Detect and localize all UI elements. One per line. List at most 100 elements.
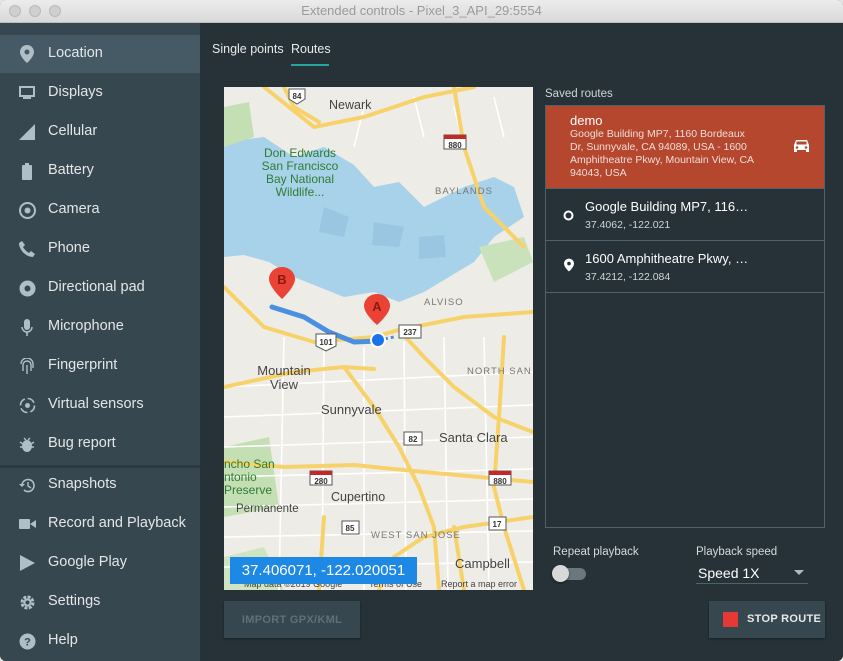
- route-description: 94043, USA: [570, 167, 627, 179]
- route-description: Amphitheatre Pkwy, Mountain View, CA: [570, 154, 755, 166]
- sidebar-item-label: Battery: [48, 162, 94, 178]
- map-view[interactable]: 84 880 237 101 82 280 880 85 17 A B Newa…: [224, 87, 533, 590]
- highway-shield-101: 101: [319, 338, 333, 347]
- sidebar-item-settings[interactable]: Settings: [0, 583, 200, 621]
- sidebar-item-label: Record and Playback: [48, 515, 186, 531]
- sidebar-item-cellular[interactable]: Cellular: [0, 113, 200, 151]
- route-name: 1600 Amphitheatre Pkwy, …: [585, 251, 749, 266]
- sidebar-item-bug-report[interactable]: Bug report: [0, 425, 200, 463]
- highway-shield-17: 17: [493, 520, 502, 529]
- place-label-don-edwards: Bay National: [266, 172, 334, 186]
- playback-speed-select[interactable]: Speed 1X: [696, 561, 808, 584]
- repeat-playback-toggle-knob[interactable]: [552, 565, 569, 582]
- sidebar-item-record-and-playback[interactable]: Record and Playback: [0, 505, 200, 543]
- car-icon: [793, 139, 810, 158]
- start-circle-icon: [563, 208, 574, 226]
- sidebar-item-label: Settings: [48, 593, 101, 609]
- repeat-playback-label: Repeat playback: [553, 546, 639, 558]
- route-name: Google Building MP7, 116…: [585, 199, 749, 214]
- highway-shield-85: 85: [346, 524, 355, 533]
- camera-icon: [18, 201, 36, 219]
- sidebar-item-virtual-sensors[interactable]: Virtual sensors: [0, 386, 200, 424]
- sidebar-item-help[interactable]: ? Help: [0, 622, 200, 660]
- route-coords: 37.4212, -122.084: [585, 271, 671, 283]
- route-description: Dr, Sunnyvale, CA 94089, USA - 1600: [570, 141, 747, 153]
- tab-routes[interactable]: Routes: [291, 42, 331, 56]
- sidebar-item-microphone[interactable]: Microphone: [0, 308, 200, 346]
- history-icon: [18, 476, 36, 494]
- report-map-error-link[interactable]: Report a map error: [441, 579, 517, 589]
- place-label-rancho-san-antonio: Preserve: [224, 483, 272, 497]
- place-label-rancho-san-antonio: ncho San: [224, 457, 275, 471]
- video-camera-icon: [18, 515, 36, 533]
- sidebar-item-label: Directional pad: [48, 279, 145, 295]
- sensors-icon: [18, 396, 36, 414]
- sidebar: Location Displays Cellular Battery Camer…: [0, 23, 200, 661]
- place-label-cupertino: Cupertino: [331, 490, 385, 504]
- sidebar-item-location[interactable]: Location: [0, 35, 200, 73]
- sidebar-item-directional-pad[interactable]: Directional pad: [0, 269, 200, 307]
- import-gpx-kml-button[interactable]: IMPORT GPX/KML: [224, 601, 360, 638]
- place-label-campbell: Campbell: [455, 556, 510, 571]
- place-label-mountain-view: Mountain: [257, 363, 310, 378]
- sidebar-item-snapshots[interactable]: Snapshots: [0, 466, 200, 504]
- sidebar-item-label: Location: [48, 45, 103, 61]
- highway-shield-237: 237: [403, 328, 417, 337]
- saved-route-waypoint-end[interactable]: 1600 Amphitheatre Pkwy, … 37.4212, -122.…: [546, 241, 824, 293]
- sidebar-item-label: Virtual sensors: [48, 396, 144, 412]
- place-label-permanente: Permanente: [236, 503, 299, 515]
- sidebar-item-camera[interactable]: Camera: [0, 191, 200, 229]
- sidebar-item-google-play[interactable]: Google Play: [0, 544, 200, 582]
- svg-text:?: ?: [24, 636, 31, 648]
- place-label-don-edwards: San Francisco: [262, 159, 339, 173]
- phone-icon: [18, 240, 36, 258]
- sidebar-item-label: Snapshots: [48, 476, 117, 492]
- place-label-baylands: BAYLANDS: [435, 186, 493, 197]
- place-label-north-san: NORTH SAN: [467, 366, 532, 377]
- active-tab-indicator: [291, 64, 329, 66]
- sidebar-item-battery[interactable]: Battery: [0, 152, 200, 190]
- emulator-extended-controls-window: Extended controls - Pixel_3_API_29:5554 …: [0, 0, 843, 661]
- sidebar-item-label: Displays: [48, 84, 103, 100]
- stop-route-button[interactable]: STOP ROUTE: [709, 601, 825, 638]
- saved-route-demo[interactable]: demo Google Building MP7, 1160 Bordeaux …: [546, 106, 824, 189]
- stop-icon: [723, 612, 738, 627]
- stop-route-label: STOP ROUTE: [747, 613, 822, 625]
- place-label-don-edwards: Don Edwards: [264, 146, 336, 160]
- window-title: Extended controls - Pixel_3_API_29:5554: [301, 3, 542, 18]
- sidebar-item-label: Fingerprint: [48, 357, 118, 373]
- playback-speed-value: Speed 1X: [698, 565, 760, 581]
- place-label-west-san-jose: WEST SAN JOSE: [371, 530, 461, 541]
- sidebar-item-label: Camera: [48, 201, 100, 217]
- highway-shield-82: 82: [409, 435, 418, 444]
- saved-routes-label: Saved routes: [545, 88, 613, 100]
- route-marker-b[interactable]: B: [277, 272, 286, 287]
- location-pin-icon: [18, 45, 36, 63]
- sidebar-item-displays[interactable]: Displays: [0, 74, 200, 112]
- saved-route-waypoint-start[interactable]: Google Building MP7, 116… 37.4062, -122.…: [546, 189, 824, 241]
- map-coordinates-readout: 37.406071, -122.020051: [230, 557, 417, 584]
- saved-routes-list[interactable]: demo Google Building MP7, 1160 Bordeaux …: [545, 105, 825, 528]
- display-icon: [18, 84, 36, 102]
- bug-icon: [18, 435, 36, 453]
- playback-speed-label: Playback speed: [696, 546, 778, 558]
- gear-icon: [18, 593, 36, 611]
- sidebar-item-label: Help: [48, 632, 78, 648]
- place-label-newark: Newark: [329, 98, 372, 112]
- help-icon: ?: [18, 632, 36, 650]
- map-canvas[interactable]: 84 880 237 101 82 280 880 85 17 A B Newa…: [224, 87, 533, 590]
- tab-single-points[interactable]: Single points: [212, 42, 284, 56]
- route-marker-a[interactable]: A: [372, 299, 382, 314]
- dpad-icon: [18, 279, 36, 297]
- highway-shield-880-south: 880: [493, 477, 507, 486]
- sidebar-item-phone[interactable]: Phone: [0, 230, 200, 268]
- sidebar-item-label: Phone: [48, 240, 90, 256]
- fingerprint-icon: [18, 357, 36, 375]
- sidebar-item-fingerprint[interactable]: Fingerprint: [0, 347, 200, 385]
- chevron-down-icon: [794, 570, 804, 575]
- place-label-rancho-san-antonio: ntonio: [224, 470, 257, 484]
- place-label-mountain-view: View: [270, 377, 299, 392]
- location-pin-icon: [564, 258, 574, 277]
- title-bar[interactable]: Extended controls - Pixel_3_API_29:5554: [0, 0, 843, 23]
- sidebar-item-label: Bug report: [48, 435, 116, 451]
